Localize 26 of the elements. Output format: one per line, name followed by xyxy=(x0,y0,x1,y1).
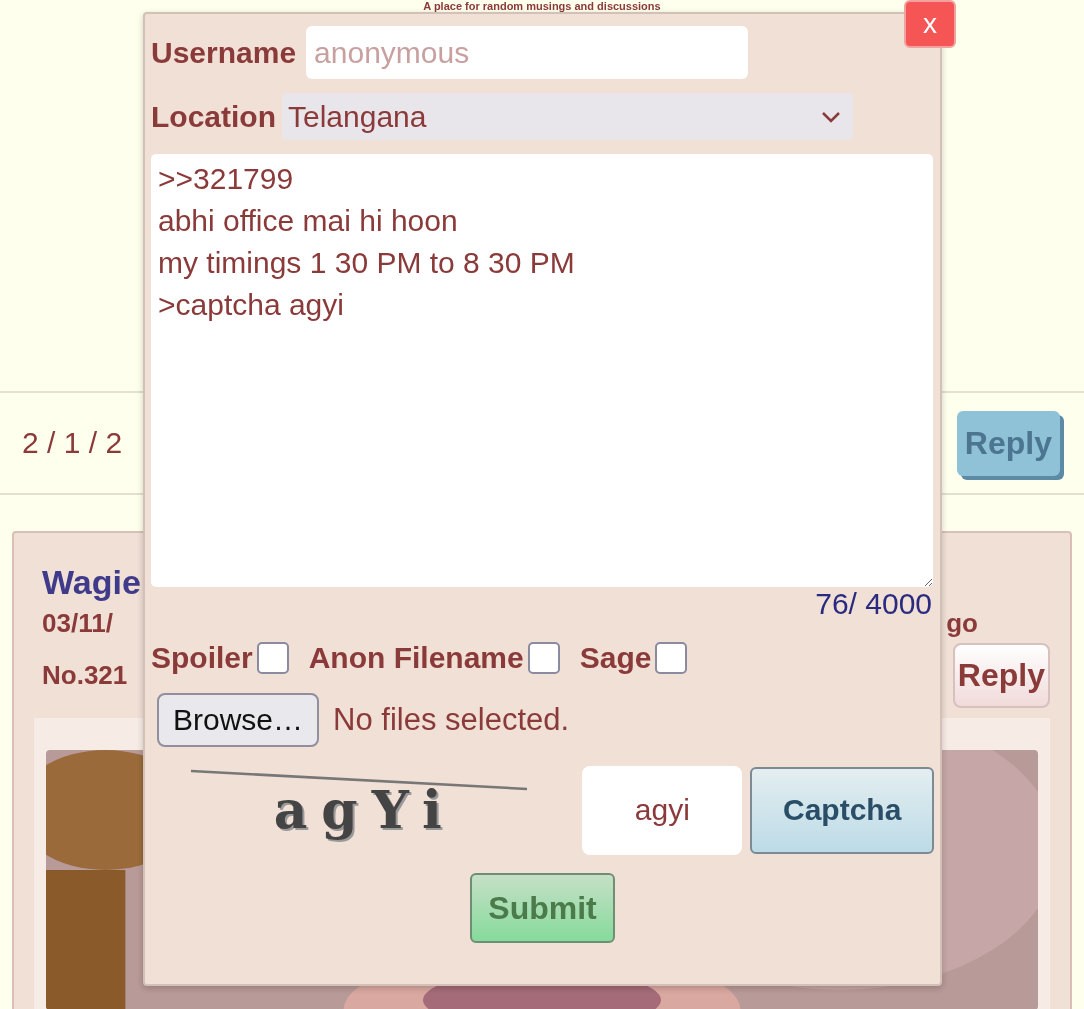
chevron-down-icon xyxy=(821,110,841,123)
option-label: Anon Filename xyxy=(308,641,524,675)
captcha-field[interactable]: agyi xyxy=(582,765,743,855)
post-age: go xyxy=(946,608,978,639)
checkbox[interactable] xyxy=(527,642,560,674)
captcha-button[interactable]: Captcha xyxy=(750,766,934,854)
checkbox[interactable] xyxy=(655,642,688,674)
location-dropdown[interactable]: Telangana xyxy=(282,93,853,140)
option-label: Spoiler xyxy=(151,641,253,675)
close-button[interactable]: x xyxy=(904,0,956,48)
message-field[interactable]: >>321799 abhi office mai hi hoon my timings 1 30 PM to 8 30 PM >captcha agyi xyxy=(151,154,933,587)
option-label: Sage xyxy=(579,641,652,675)
post-number: No.321 xyxy=(42,660,128,691)
captcha-text: agYi xyxy=(272,778,456,842)
file-status: No files selected. xyxy=(333,702,570,738)
browse-button[interactable]: Browse… xyxy=(157,693,320,747)
post-title: Wagie xyxy=(42,563,142,602)
post-date: 03/11/ xyxy=(42,608,113,639)
username-field[interactable]: anonymous xyxy=(306,26,749,79)
username-label: Username xyxy=(151,35,297,70)
checkbox[interactable] xyxy=(256,642,289,674)
reply-button[interactable]: Reply xyxy=(952,643,1050,708)
site-tagline: A place for random musings and discussions xyxy=(423,0,661,12)
location-label: Location xyxy=(151,99,276,134)
page-counter: 2 / 1 / 2 xyxy=(22,426,123,460)
character-counter: 76/ 4000 xyxy=(815,587,932,621)
